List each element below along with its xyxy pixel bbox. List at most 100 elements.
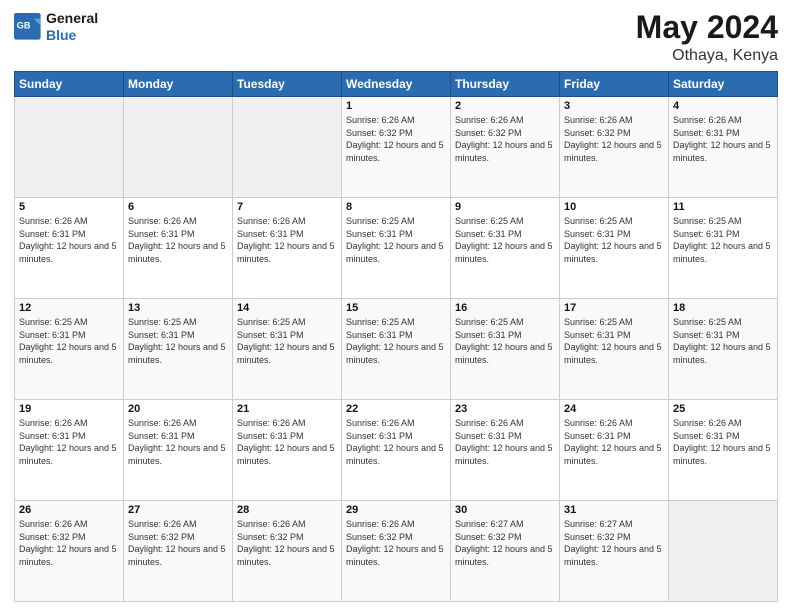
- daylight-label: Daylight: 12 hours and 5 minutes.: [455, 443, 553, 466]
- day-info: Sunrise: 6:26 AMSunset: 6:32 PMDaylight:…: [346, 114, 446, 164]
- calendar-cell: 27Sunrise: 6:26 AMSunset: 6:32 PMDayligh…: [124, 501, 233, 602]
- sunset-label: Sunset: 6:31 PM: [673, 431, 740, 441]
- calendar-cell: 29 Sunrise: 6:26 AMSunset: 6:32 PMDayligh…: [342, 501, 451, 602]
- calendar-cell: 11Sunrise: 6:25 AMSunset: 6:31 PMDayligh…: [669, 198, 778, 299]
- calendar-cell: 19Sunrise: 6:26 AMSunset: 6:31 PMDayligh…: [15, 400, 124, 501]
- calendar-cell: 24Sunrise: 6:26 AMSunset: 6:31 PMDayligh…: [560, 400, 669, 501]
- day-number: 29: [346, 504, 446, 516]
- sunset-label: Sunset: 6:31 PM: [564, 431, 631, 441]
- sunset-label: Sunset: 6:31 PM: [564, 229, 631, 239]
- sunset-label: Sunset: 6:32 PM: [455, 128, 522, 138]
- calendar-table: SundayMondayTuesdayWednesdayThursdayFrid…: [14, 71, 778, 602]
- sunset-label: Sunset: 6:32 PM: [455, 532, 522, 542]
- day-number: 21: [237, 403, 337, 415]
- calendar-cell: 12Sunrise: 6:25 AMSunset: 6:31 PMDayligh…: [15, 299, 124, 400]
- daylight-label: Daylight: 12 hours and 5 minutes.: [19, 443, 117, 466]
- day-number: 26: [19, 504, 119, 516]
- daylight-label: Daylight: 12 hours and 5 minutes.: [455, 544, 553, 567]
- sunrise-label: Sunrise: 6:25 AM: [455, 317, 524, 327]
- calendar-cell: 22Sunrise: 6:26 AMSunset: 6:31 PMDayligh…: [342, 400, 451, 501]
- svg-text:GB: GB: [17, 20, 31, 30]
- daylight-label: Daylight: 12 hours and 5 minutes.: [673, 342, 771, 365]
- calendar-cell: 21 Sunrise: 6:26 AMSunset: 6:31 PMDayligh…: [233, 400, 342, 501]
- day-info: Sunrise: 6:26 AMSunset: 6:32 PMDaylight:…: [346, 518, 446, 568]
- calendar-cell: 23 Sunrise: 6:26 AM Sunset: 6:31 PM Dayligh…: [451, 400, 560, 501]
- daylight-label: Daylight: 12 hours and 5 minutes.: [346, 443, 444, 466]
- sunrise-label: Sunrise: 6:26 AM: [128, 418, 197, 428]
- daylight-label: Daylight: 12 hours and 5 minutes.: [564, 241, 662, 264]
- day-number: 14: [237, 302, 337, 314]
- sunrise-label: Sunrise: 6:26 AM: [455, 418, 524, 428]
- calendar-header-cell: Saturday: [669, 72, 778, 97]
- daylight-label: Daylight: 12 hours and 5 minutes.: [455, 140, 553, 163]
- day-info: Sunrise: 6:26 AMSunset: 6:31 PMDaylight:…: [673, 417, 773, 467]
- calendar-cell: 1 Sunrise: 6:26 AMSunset: 6:32 PMDaylight…: [342, 97, 451, 198]
- sunset-label: Sunset: 6:31 PM: [128, 431, 195, 441]
- main-title: May 2024: [636, 10, 778, 45]
- daylight-label: Daylight: 12 hours and 5 minutes.: [564, 140, 662, 163]
- calendar-cell: [15, 97, 124, 198]
- day-info: Sunrise: 6:25 AMSunset: 6:31 PMDaylight:…: [19, 316, 119, 366]
- day-number: 9: [455, 201, 555, 213]
- sunrise-label: Sunrise: 6:25 AM: [128, 317, 197, 327]
- daylight-label: Daylight: 12 hours and 5 minutes.: [455, 241, 553, 264]
- day-number: 20: [128, 403, 228, 415]
- sunrise-label: Sunrise: 6:26 AM: [237, 418, 306, 428]
- day-info: Sunrise: 6:27 AMSunset: 6:32 PMDaylight:…: [564, 518, 664, 568]
- day-info: Sunrise: 6:25 AMSunset: 6:31 PMDaylight:…: [128, 316, 228, 366]
- sunrise-label: Sunrise: 6:26 AM: [19, 216, 88, 226]
- day-info: Sunrise: 6:26 AMSunset: 6:31 PMDaylight:…: [128, 215, 228, 265]
- calendar-header-cell: Friday: [560, 72, 669, 97]
- calendar-cell: 5Sunrise: 6:26 AMSunset: 6:31 PMDaylight…: [15, 198, 124, 299]
- calendar-cell: [124, 97, 233, 198]
- daylight-label: Daylight: 12 hours and 5 minutes.: [237, 241, 335, 264]
- day-number: 31: [564, 504, 664, 516]
- calendar-week-row: 1 Sunrise: 6:26 AMSunset: 6:32 PMDaylight…: [15, 97, 778, 198]
- day-number: 24: [564, 403, 664, 415]
- daylight-label: Daylight: 12 hours and 5 minutes.: [128, 544, 226, 567]
- day-info: Sunrise: 6:27 AMSunset: 6:32 PMDaylight:…: [455, 518, 555, 568]
- day-info: Sunrise: 6:26 AMSunset: 6:32 PMDaylight:…: [237, 518, 337, 568]
- sunset-label: Sunset: 6:31 PM: [19, 229, 86, 239]
- calendar-cell: 17Sunrise: 6:25 AMSunset: 6:31 PMDayligh…: [560, 299, 669, 400]
- sunrise-label: Sunrise: 6:26 AM: [673, 418, 742, 428]
- day-info: Sunrise: 6:25 AMSunset: 6:31 PMDaylight:…: [564, 316, 664, 366]
- day-number: 1: [346, 100, 446, 112]
- day-info: Sunrise: 6:26 AMSunset: 6:31 PMDaylight:…: [346, 417, 446, 467]
- calendar-cell: [669, 501, 778, 602]
- sunrise-label: Sunrise: 6:25 AM: [346, 216, 415, 226]
- sunset-label: Sunset: 6:31 PM: [19, 330, 86, 340]
- calendar-cell: [233, 97, 342, 198]
- sunrise-label: Sunrise: 6:25 AM: [455, 216, 524, 226]
- sunrise-label: Sunrise: 6:26 AM: [346, 519, 415, 529]
- day-number: 23: [455, 403, 555, 415]
- calendar-cell: 18Sunrise: 6:25 AMSunset: 6:31 PMDayligh…: [669, 299, 778, 400]
- day-info: Sunrise: 6:26 AMSunset: 6:32 PMDaylight:…: [455, 114, 555, 164]
- day-number: 6: [128, 201, 228, 213]
- calendar-week-row: 19Sunrise: 6:26 AMSunset: 6:31 PMDayligh…: [15, 400, 778, 501]
- daylight-label: Daylight: 12 hours and 5 minutes.: [673, 241, 771, 264]
- sunrise-label: Sunrise: 6:25 AM: [237, 317, 306, 327]
- sunset-label: Sunset: 6:31 PM: [128, 229, 195, 239]
- day-info: Sunrise: 6:26 AM Sunset: 6:31 PM Daylight:…: [455, 417, 555, 467]
- sunset-label: Sunset: 6:31 PM: [455, 431, 522, 441]
- sunset-label: Sunset: 6:31 PM: [346, 431, 413, 441]
- calendar-cell: 4Sunrise: 6:26 AMSunset: 6:31 PMDaylight…: [669, 97, 778, 198]
- sunrise-label: Sunrise: 6:26 AM: [128, 216, 197, 226]
- calendar-week-row: 26Sunrise: 6:26 AMSunset: 6:32 PMDayligh…: [15, 501, 778, 602]
- day-number: 18: [673, 302, 773, 314]
- day-info: Sunrise: 6:26 AMSunset: 6:31 PMDaylight:…: [237, 417, 337, 467]
- calendar-cell: 15Sunrise: 6:25 AMSunset: 6:31 PMDayligh…: [342, 299, 451, 400]
- calendar-header-cell: Monday: [124, 72, 233, 97]
- day-number: 27: [128, 504, 228, 516]
- calendar-cell: 13Sunrise: 6:25 AMSunset: 6:31 PMDayligh…: [124, 299, 233, 400]
- day-info: Sunrise: 6:26 AMSunset: 6:31 PMDaylight:…: [19, 417, 119, 467]
- day-number: 11: [673, 201, 773, 213]
- calendar-cell: 10Sunrise: 6:25 AMSunset: 6:31 PMDayligh…: [560, 198, 669, 299]
- day-info: Sunrise: 6:25 AMSunset: 6:31 PMDaylight:…: [455, 215, 555, 265]
- daylight-label: Daylight: 12 hours and 5 minutes.: [237, 544, 335, 567]
- page: GB General Blue May 2024 Othaya, Kenya S…: [0, 0, 792, 612]
- daylight-label: Daylight: 12 hours and 5 minutes.: [19, 342, 117, 365]
- calendar-cell: 2Sunrise: 6:26 AMSunset: 6:32 PMDaylight…: [451, 97, 560, 198]
- sunrise-label: Sunrise: 6:26 AM: [19, 418, 88, 428]
